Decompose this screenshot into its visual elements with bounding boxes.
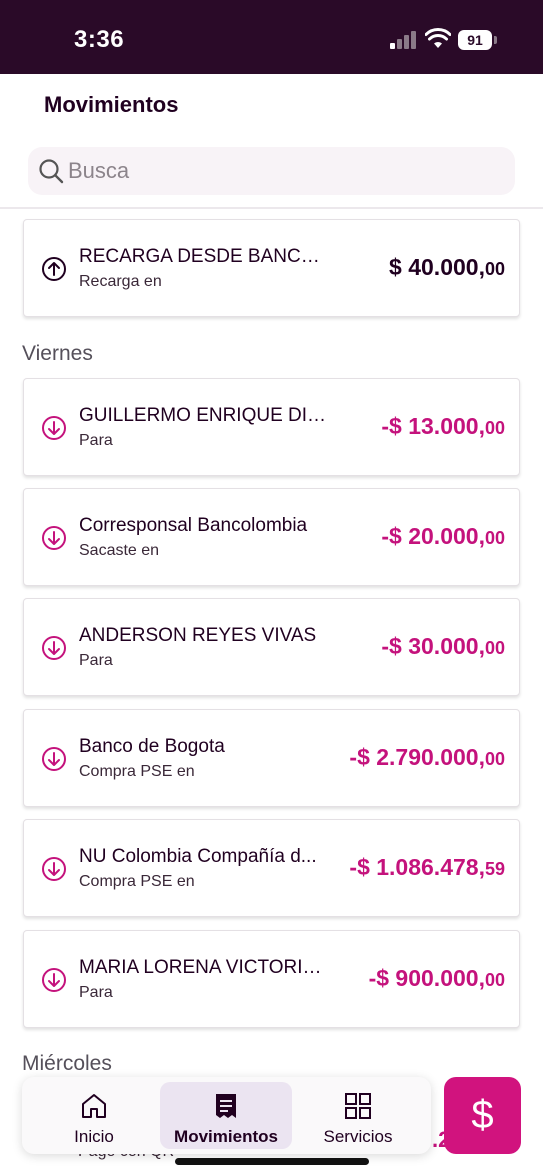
home-icon: [82, 1094, 106, 1118]
transaction-card[interactable]: NU Colombia Compañía d... Compra PSE en …: [23, 819, 520, 917]
transaction-title: GUILLERMO ENRIQUE DIA...: [79, 405, 329, 426]
nav-label: Servicios: [323, 1127, 393, 1146]
transaction-title: RECARGA DESDE BANCOL...: [79, 246, 329, 267]
bottom-navigation: Inicio Movimientos Servicios: [22, 1077, 431, 1154]
transaction-amount: -$ 20.000,00: [381, 523, 505, 549]
transaction-subtitle: Compra PSE en: [79, 873, 195, 890]
nav-item-movimientos[interactable]: Movimientos: [160, 1082, 292, 1149]
transaction-title: Corresponsal Bancolombia: [79, 515, 308, 536]
search-icon: [39, 159, 64, 184]
transaction-card-recarga[interactable]: RECARGA DESDE BANCOL... Recarga en $ 40.…: [23, 219, 520, 317]
transaction-subtitle: Compra PSE en: [79, 763, 195, 780]
transaction-subtitle: Recarga en: [79, 273, 162, 290]
wifi-icon: [425, 28, 451, 48]
transaction-card[interactable]: GUILLERMO ENRIQUE DIA... Para -$ 13.000,…: [23, 378, 520, 476]
cellular-signal-icon: [390, 31, 418, 49]
transaction-amount: -$ 30.000,00: [381, 633, 505, 659]
section-label-miercoles: Miércoles: [22, 1052, 112, 1075]
transaction-title: NU Colombia Compañía d...: [79, 846, 317, 867]
arrow-down-circle-icon: [42, 526, 66, 550]
home-indicator[interactable]: [175, 1158, 369, 1165]
nav-label: Movimientos: [174, 1127, 278, 1146]
arrow-down-circle-icon: [42, 416, 66, 440]
send-money-button[interactable]: $: [444, 1077, 521, 1154]
search-bar[interactable]: [28, 147, 515, 195]
battery-tip: [494, 36, 497, 44]
search-input[interactable]: [68, 147, 498, 195]
transaction-title: MARIA LORENA VICTORIA ...: [79, 957, 329, 978]
transaction-title: Banco de Bogota: [79, 736, 225, 757]
arrow-up-circle-icon: [42, 257, 66, 281]
dollar-icon: $: [471, 1093, 494, 1137]
transaction-subtitle: Para: [79, 984, 113, 1001]
transaction-card[interactable]: MARIA LORENA VICTORIA ... Para -$ 900.00…: [23, 930, 520, 1028]
arrow-down-circle-icon: [42, 857, 66, 881]
transaction-card[interactable]: ANDERSON REYES VIVAS Para -$ 30.000,00: [23, 598, 520, 696]
arrow-down-circle-icon: [42, 636, 66, 660]
arrow-down-circle-icon: [42, 747, 66, 771]
header-divider: [0, 207, 543, 209]
section-label-viernes: Viernes: [22, 342, 93, 365]
transaction-card[interactable]: Banco de Bogota Compra PSE en -$ 2.790.0…: [23, 709, 520, 807]
nav-item-servicios[interactable]: Servicios: [292, 1082, 424, 1149]
transaction-amount: -$ 900.000,00: [368, 965, 505, 991]
grid-icon: [345, 1093, 371, 1119]
transaction-title: ANDERSON REYES VIVAS: [79, 625, 317, 646]
transaction-amount: $ 40.000,00: [389, 254, 505, 280]
transaction-amount: -$ 2.790.000,00: [349, 744, 505, 770]
page-title: Movimientos: [44, 92, 179, 117]
transaction-subtitle: Sacaste en: [79, 542, 160, 559]
nav-label: Inicio: [74, 1127, 114, 1146]
transaction-subtitle: Para: [79, 432, 113, 449]
transaction-amount: -$ 13.000,00: [381, 413, 505, 439]
status-time: 3:36: [74, 26, 125, 53]
receipt-icon: [216, 1094, 236, 1118]
arrow-down-circle-icon: [42, 968, 66, 992]
transaction-amount: -$ 1.086.478,59: [349, 854, 505, 880]
transaction-subtitle: Para: [79, 652, 113, 669]
status-bar: 3:36 91: [0, 0, 543, 74]
nav-item-inicio[interactable]: Inicio: [28, 1082, 160, 1149]
battery-indicator: 91: [458, 30, 492, 50]
transaction-card[interactable]: Corresponsal Bancolombia Sacaste en -$ 2…: [23, 488, 520, 586]
